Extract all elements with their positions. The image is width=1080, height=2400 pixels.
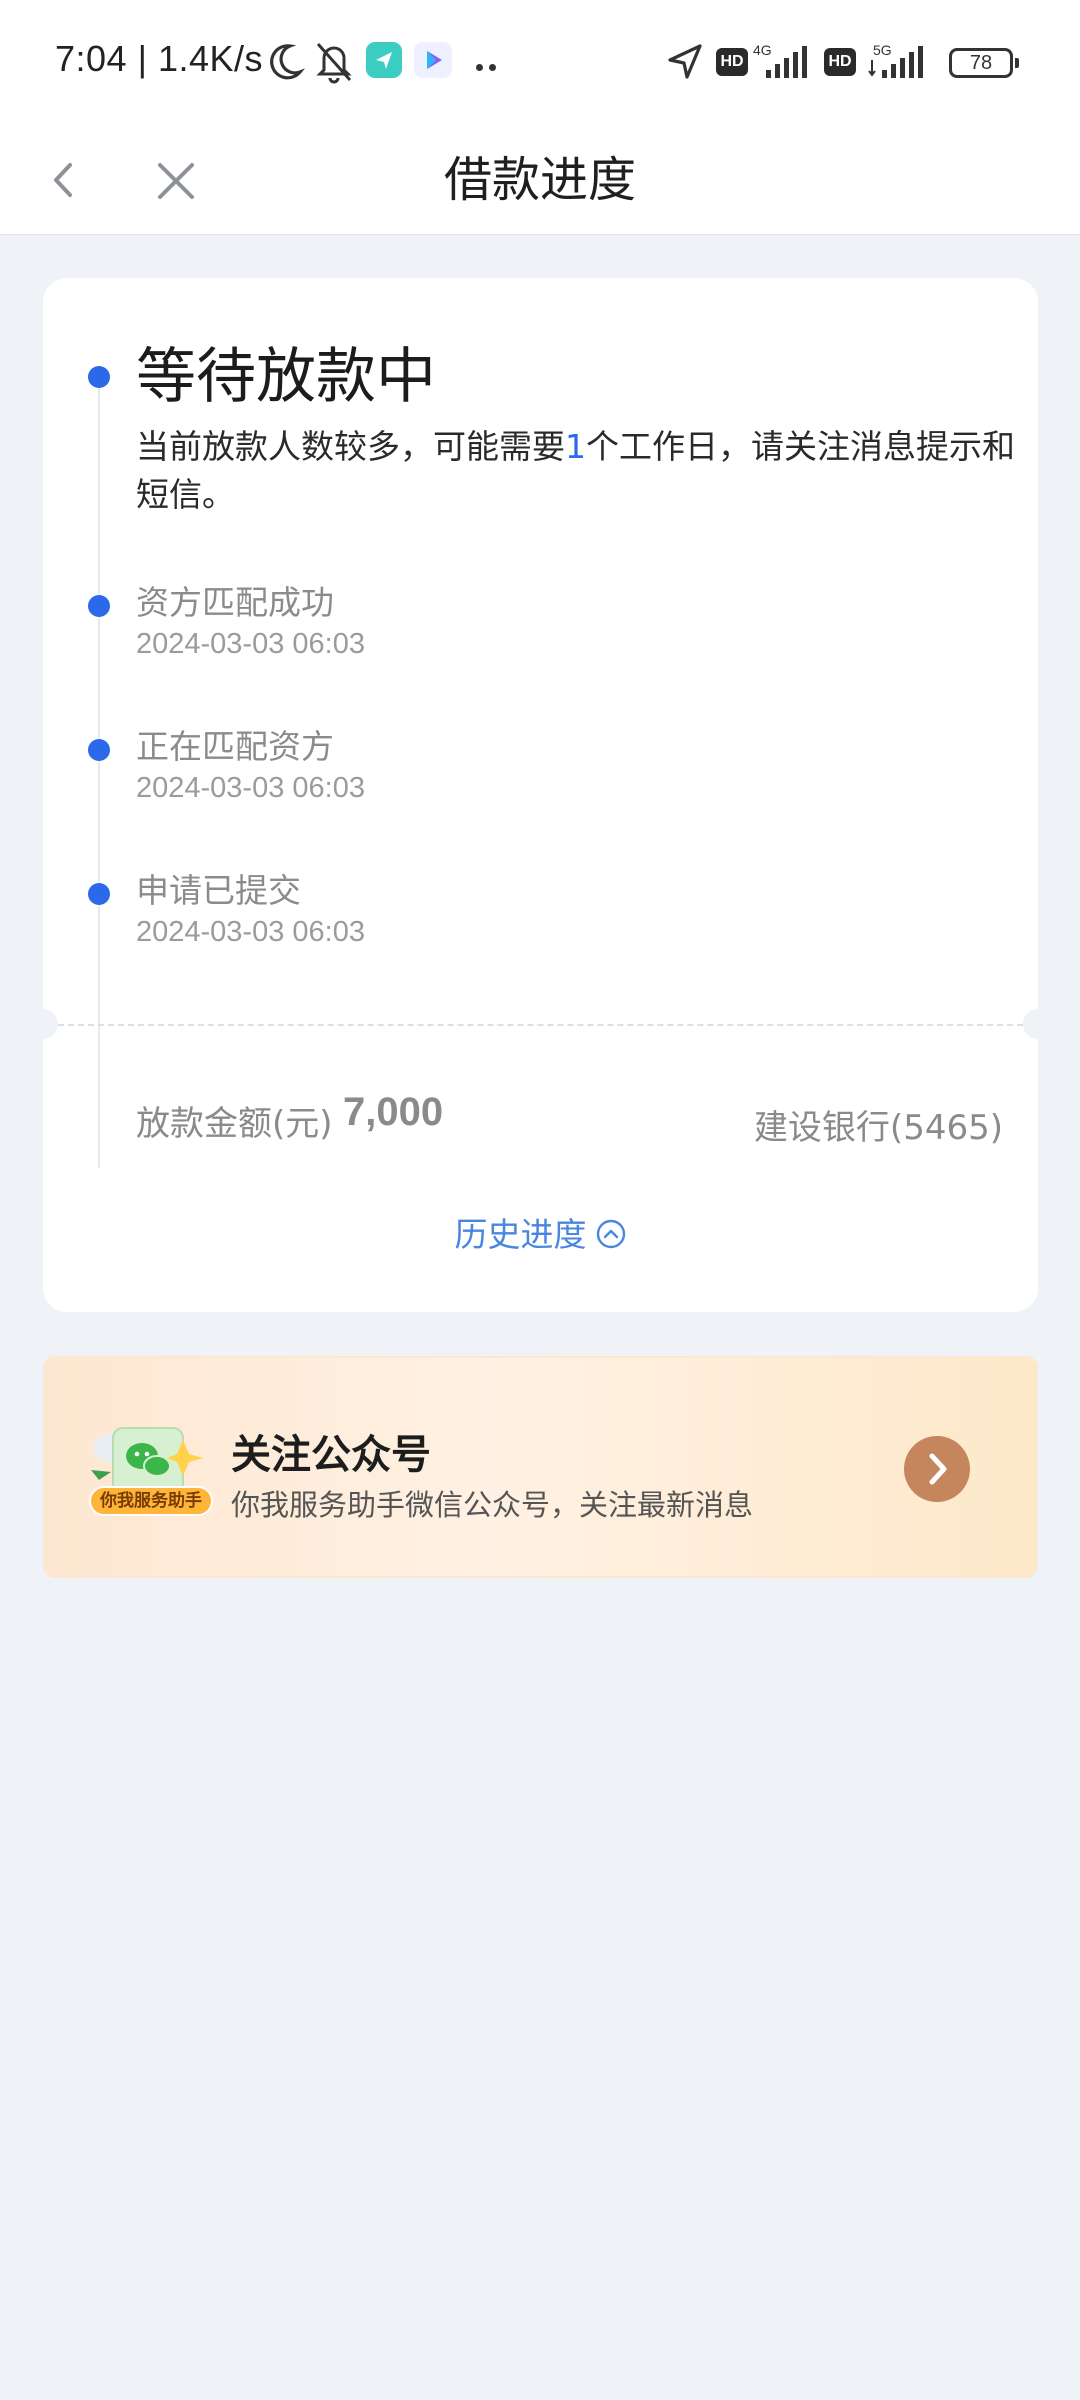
battery-indicator: 78 (949, 48, 1019, 78)
step-time: 2024-03-03 06:03 (136, 916, 365, 948)
more-notifications-icon (476, 56, 502, 71)
desc-highlight-days: 1 (565, 427, 586, 466)
hd-badge: HD (716, 48, 748, 76)
step-time: 2024-03-03 06:03 (136, 628, 365, 660)
bell-off-icon (316, 43, 352, 84)
current-status-description: 当前放款人数较多，可能需要1个工作日，请关注消息提示和短信。 (136, 423, 1016, 519)
current-status-title: 等待放款中 (136, 342, 436, 412)
banner-go-button[interactable] (904, 1436, 970, 1502)
loan-progress-card: 等待放款中 当前放款人数较多，可能需要1个工作日，请关注消息提示和短信。 资方匹… (28, 278, 1053, 1312)
timeline-line (98, 378, 100, 1168)
timeline-dot (88, 595, 110, 617)
status-time-speed: 7:04 | 1.4K/s (55, 38, 263, 80)
ticket-notch (28, 1009, 58, 1039)
signal-icon (868, 46, 923, 78)
timeline-dot-current (88, 366, 110, 388)
status-time: 7:04 (55, 38, 128, 79)
amount-label: 放款金额(元) (136, 1104, 333, 1144)
close-icon (158, 163, 194, 199)
step-title: 申请已提交 (136, 871, 301, 910)
step-title: 正在匹配资方 (136, 727, 334, 766)
history-link-label: 历史进度 (454, 1215, 587, 1254)
close-button[interactable] (148, 150, 208, 210)
step-title: 资方匹配成功 (136, 583, 334, 622)
network-speed: 1.4K/s (157, 38, 264, 79)
hd-badge: HD (824, 48, 856, 76)
history-progress-link[interactable]: 历史进度 (43, 1208, 1038, 1256)
location-icon (668, 44, 702, 79)
status-separator: | (137, 38, 158, 79)
back-button[interactable] (42, 150, 102, 210)
play-app-icon (414, 42, 452, 78)
navigation-app-icon (366, 42, 402, 78)
status-bar: 7:04 | 1.4K/s HD 4G HD 5G 78 (0, 0, 1080, 125)
moon-icon (270, 44, 306, 80)
ticket-notch (1023, 1009, 1053, 1039)
dashed-divider (58, 1024, 1023, 1026)
chevron-up-circle-icon (596, 1219, 625, 1249)
bank-account: 建设银行(5465) (753, 1108, 1003, 1148)
nav-header: 借款进度 (0, 125, 1080, 235)
signal-icon (766, 46, 807, 78)
timeline-dot (88, 739, 110, 761)
step-time: 2024-03-03 06:03 (136, 772, 365, 804)
chevron-left-icon (54, 163, 72, 197)
desc-text: 当前放款人数较多，可能需要 (136, 427, 565, 466)
chevron-right-icon (929, 1453, 947, 1485)
follow-official-account-banner[interactable]: 你我服务助手 关注公众号 你我服务助手微信公众号，关注最新消息 (43, 1356, 1038, 1578)
amount-value: 7,000 (343, 1090, 444, 1134)
banner-subtitle: 你我服务助手微信公众号，关注最新消息 (231, 1488, 754, 1522)
logo-label: 你我服务助手 (89, 1486, 213, 1516)
timeline-dot (88, 883, 110, 905)
banner-title: 关注公众号 (231, 1432, 431, 1478)
